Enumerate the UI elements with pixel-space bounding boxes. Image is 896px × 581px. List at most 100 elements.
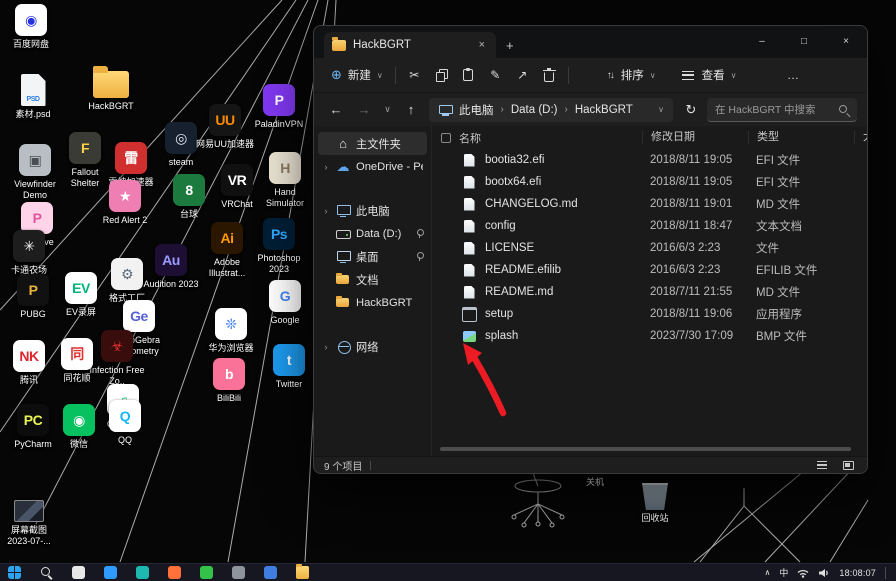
show-desktop-button[interactable]	[885, 567, 888, 579]
recent-locations-button[interactable]: ∨	[380, 98, 395, 122]
desktop-icon-baidu-netdisk[interactable]: ◉ 百度网盘	[2, 4, 60, 50]
new-tab-button[interactable]: +	[506, 38, 514, 53]
file-type: MD 文件	[748, 196, 854, 212]
desktop-icon-image: ◎	[165, 122, 197, 154]
file-row-bootx64.efi[interactable]: bootx64.efi 2018/8/11 19:05 EFI 文件	[432, 171, 867, 193]
volume-icon[interactable]	[818, 568, 830, 578]
rename-button[interactable]: ✎	[482, 63, 509, 87]
taskbar-app-search[interactable]	[40, 566, 53, 579]
desktop-icon-huawei-browser[interactable]: ❊ 华为浏览器	[202, 308, 260, 354]
desktop-icon-hayday-farm[interactable]: ✳ 卡通农场	[0, 230, 58, 276]
sidebar-item-home[interactable]: ⌂ 主文件夹	[318, 132, 427, 155]
address-dropdown-icon[interactable]: ∨	[658, 105, 664, 114]
back-button[interactable]: ←	[324, 98, 348, 122]
desktop-icon-recycle-bin[interactable]: 回收站	[626, 478, 684, 524]
up-button[interactable]: ↑	[399, 98, 423, 122]
chevron-down-icon: ∨	[377, 71, 383, 80]
file-row-bootia32.efi[interactable]: bootia32.efi 2018/8/11 19:05 EFI 文件	[432, 149, 867, 171]
delete-button[interactable]	[536, 63, 563, 87]
taskbar-app-edge[interactable]	[264, 566, 277, 579]
desktop-icon-hackbgrt-folder[interactable]: HackBGRT	[82, 66, 140, 112]
tab-hackbgrt[interactable]: HackBGRT ×	[324, 32, 496, 58]
desktop-icon-psd-file[interactable]: PSD 素材.psd	[4, 74, 62, 120]
desktop-icon-image: H	[269, 152, 301, 184]
tab-close-icon[interactable]: ×	[476, 39, 488, 51]
sort-button[interactable]: ↑↓ 排序 ∨	[600, 62, 663, 88]
file-row-LICENSE[interactable]: LICENSE 2016/6/3 2:23 文件	[432, 237, 867, 259]
forward-button[interactable]: →	[352, 98, 376, 122]
column-header-name[interactable]: 名称	[459, 130, 642, 146]
search-input[interactable]: 在 HackBGRT 中搜索	[707, 98, 857, 122]
desktop-icon-qq[interactable]: Q QQ	[96, 400, 154, 446]
file-row-README.md[interactable]: README.md 2018/7/11 21:55 MD 文件	[432, 281, 867, 303]
sidebar-item-documents[interactable]: 文档	[318, 268, 427, 291]
maximize-button[interactable]: □	[783, 26, 825, 56]
file-date-modified: 2018/8/11 19:06	[642, 308, 748, 320]
more-button[interactable]: …	[779, 63, 806, 87]
column-header-date[interactable]: 修改日期	[642, 131, 748, 144]
hidden-icons-chevron[interactable]: ∧	[764, 568, 770, 577]
file-row-splash[interactable]: splash 2023/7/30 17:09 BMP 文件	[432, 325, 867, 347]
file-type-icon	[461, 262, 477, 278]
clock[interactable]: 18:08:07	[839, 568, 876, 578]
cut-button[interactable]: ✂	[401, 63, 428, 87]
taskbar-app-app-gray[interactable]	[232, 566, 245, 579]
close-button[interactable]: ×	[825, 26, 867, 56]
new-button[interactable]: ⊕ 新建 ∨	[324, 62, 390, 88]
desktop-icon-pubg[interactable]: P PUBG	[4, 274, 62, 320]
sidebar-item-network[interactable]: › 网络	[318, 335, 427, 358]
desktop-icon-twitter[interactable]: t Twitter	[260, 344, 318, 390]
desktop-icon-audition-2023[interactable]: Au Audition 2023	[142, 244, 200, 290]
desktop-icon-paladin-vpn[interactable]: P PaladinVPN	[250, 84, 308, 130]
desktop-icon-photoshop-2023[interactable]: Ps Photoshop 2023	[250, 218, 308, 275]
expand-chevron-icon[interactable]: ›	[322, 342, 330, 352]
breadcrumb-data-d[interactable]: Data (D:)	[511, 104, 558, 116]
column-header-size[interactable]: 大小	[854, 131, 867, 144]
taskbar-app-app-green[interactable]	[200, 566, 213, 579]
sidebar-item-onedrive[interactable]: › ☁ OneDrive - Person	[318, 155, 427, 178]
breadcrumb[interactable]: 此电脑 › Data (D:) › HackBGRT ∨	[429, 98, 673, 122]
file-row-CHANGELOG.md[interactable]: CHANGELOG.md 2018/8/11 19:01 MD 文件	[432, 193, 867, 215]
view-button[interactable]: 查看 ∨	[675, 62, 744, 88]
taskbar-app-firefox[interactable]	[168, 566, 181, 579]
paste-button[interactable]	[455, 63, 482, 87]
taskbar-app-start[interactable]	[8, 566, 21, 579]
file-row-README.efilib[interactable]: README.efilib 2016/6/3 2:23 EFILIB 文件	[432, 259, 867, 281]
thumbnail-view-button[interactable]	[839, 459, 857, 472]
network-icon[interactable]	[797, 568, 809, 578]
desktop-icon-screenshot-file[interactable]: 屏幕截图 2023-07-...	[0, 494, 58, 547]
desktop-icon-image: Ge	[123, 300, 155, 332]
sidebar-item-desktop[interactable]: 桌面	[318, 245, 427, 268]
details-view-button[interactable]	[813, 459, 831, 472]
minimize-button[interactable]: –	[741, 26, 783, 56]
taskbar-app-explorer[interactable]	[296, 566, 309, 579]
desktop-icon-bilibili[interactable]: b BiliBili	[200, 358, 258, 404]
sidebar-item-hackbgrt[interactable]: HackBGRT	[318, 291, 427, 314]
taskbar-app-app-white[interactable]	[72, 566, 85, 579]
expand-chevron-icon[interactable]: ›	[322, 206, 330, 216]
select-all-checkbox[interactable]	[441, 133, 451, 143]
sidebar-item-data-d[interactable]: Data (D:)	[318, 222, 427, 245]
desktop-icon-shutdown[interactable]: 关机	[586, 475, 604, 488]
horizontal-scrollbar[interactable]	[440, 447, 851, 451]
desktop-icon-uu-booster[interactable]: UU 网易UU加速器	[196, 104, 254, 150]
desktop-icon-hand-simulator[interactable]: H Hand Simulator	[256, 152, 314, 209]
breadcrumb-this-pc[interactable]: 此电脑	[459, 102, 494, 118]
taskbar-app-app-blue[interactable]	[104, 566, 117, 579]
file-row-config[interactable]: config 2018/8/11 18:47 文本文档	[432, 215, 867, 237]
desktop-icon-red-alert-2[interactable]: ★ Red Alert 2	[96, 180, 154, 226]
refresh-button[interactable]: ↻	[679, 98, 703, 122]
taskbar-app-app-teal[interactable]	[136, 566, 149, 579]
expand-chevron-icon[interactable]: ›	[322, 162, 330, 172]
desktop-icon-adobe-illustrator[interactable]: Ai Adobe Illustrat...	[198, 222, 256, 279]
sidebar-item-this-pc[interactable]: › 此电脑	[318, 199, 427, 222]
column-header-type[interactable]: 类型	[748, 131, 854, 144]
desktop-icon-google[interactable]: G Google	[256, 280, 314, 326]
sidebar-item-label: HackBGRT	[356, 297, 412, 309]
share-button[interactable]: ↗	[509, 63, 536, 87]
file-row-setup[interactable]: setup 2018/8/11 19:06 应用程序	[432, 303, 867, 325]
breadcrumb-hackbgrt[interactable]: HackBGRT	[575, 104, 633, 116]
desktop-icon-tonghuashun[interactable]: 同 同花顺	[48, 338, 106, 384]
ime-indicator[interactable]: 中	[779, 566, 788, 579]
copy-button[interactable]	[428, 63, 455, 87]
